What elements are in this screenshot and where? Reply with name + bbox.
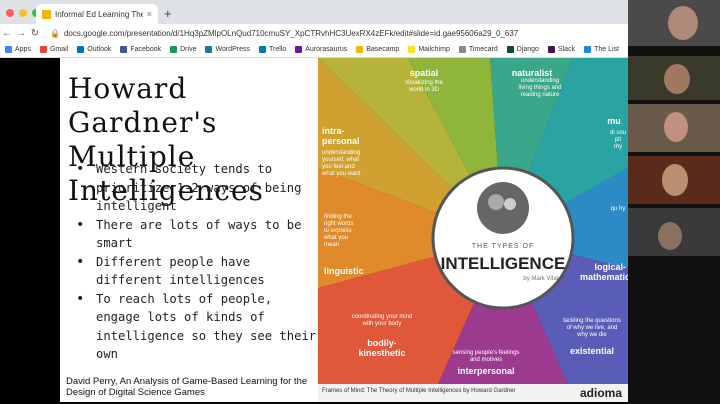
label-interpersonal: interpersonal — [457, 366, 515, 376]
label-spatial: spatial — [409, 68, 439, 78]
infographic-footer: Frames of Mind: The Theory of Multiple I… — [318, 384, 628, 402]
drive-icon — [170, 46, 178, 53]
mailchimp-icon — [408, 46, 416, 53]
desc-bodily: coordinating your mind with your body — [351, 314, 413, 327]
bullet-list: Western society tends to prioritize 1-2 … — [72, 160, 318, 364]
url-field[interactable]: 🔒 docs.google.com/presentation/d/1Hq3pZMl… — [50, 29, 518, 38]
center-author: by Mark Vital — [523, 276, 558, 282]
intelligence-infographic: spatial visualizing the world in 3D natu… — [318, 58, 628, 402]
center-title: INTELLIGENCE — [440, 254, 566, 273]
participant-video[interactable] — [628, 104, 720, 152]
aurorasaurus-icon — [295, 46, 303, 53]
tab-title: Informal Ed Learning Theories — [55, 9, 143, 19]
bookmark-slack[interactable]: Slack — [547, 46, 575, 53]
footer-text: Frames of Mind: The Theory of Multiple I… — [322, 388, 516, 394]
desc-musical: di sou pit rhy — [610, 130, 627, 150]
participant-face — [664, 112, 688, 142]
new-tab-button[interactable]: + — [164, 6, 172, 21]
apps-icon — [5, 46, 12, 53]
bookmarks-bar: Apps Gmail Outlook Facebook Drive WordPr… — [0, 42, 628, 58]
participant-face — [662, 164, 688, 196]
desc-naturalist: understanding living things and reading … — [518, 78, 562, 98]
bullet-item: There are lots of ways to be smart — [72, 216, 318, 253]
bookmark-apps[interactable]: Apps — [5, 46, 31, 53]
participant-video[interactable] — [628, 56, 720, 100]
participant-video[interactable] — [628, 208, 720, 256]
participant-video[interactable] — [628, 0, 720, 46]
desc-linguistic: finding the right words to express what … — [324, 214, 354, 248]
bullet-item: To reach lots of people, engage lots of … — [72, 290, 318, 364]
participant-face — [668, 6, 698, 40]
trello-icon — [258, 46, 266, 53]
label-linguistic: linguistic — [324, 266, 364, 276]
tab-bar: Informal Ed Learning Theories × + — [0, 0, 628, 24]
django-icon — [506, 46, 514, 53]
video-sidebar — [628, 0, 720, 404]
reload-icon[interactable]: ↻ — [28, 28, 42, 39]
tab-close-button[interactable]: × — [147, 9, 152, 19]
label-logical: logical-mathematical — [580, 262, 628, 282]
label-intrapersonal: intra-personal — [322, 126, 360, 146]
gmail-icon — [39, 46, 47, 53]
browser-chrome: Informal Ed Learning Theories × + ← → ↻ … — [0, 0, 628, 58]
citation: David Perry, An Analysis of Game-Based L… — [66, 376, 308, 398]
bookmark-outlook[interactable]: Outlook — [77, 46, 111, 53]
center-subtitle: THE TYPES OF — [471, 243, 535, 250]
gear-icon — [488, 194, 504, 210]
head-icon — [477, 182, 529, 234]
forward-icon[interactable]: → — [14, 28, 28, 39]
desc-spatial: visualizing the world in 3D — [405, 80, 443, 93]
wordpress-icon — [205, 46, 213, 53]
bookmark-aurorasaurus[interactable]: Aurorasaurus — [295, 46, 347, 53]
basecamp-icon — [356, 46, 364, 53]
bookmark-drive[interactable]: Drive — [170, 46, 196, 53]
desc-existential: tackling the questions of why we live, a… — [563, 318, 621, 338]
browser-tab[interactable]: Informal Ed Learning Theories × — [36, 4, 158, 24]
label-existential: existential — [569, 346, 615, 356]
brand-logo: adioma — [579, 386, 622, 400]
slide-title-line-1: Howard Gardner's — [68, 72, 218, 139]
window-controls — [6, 9, 40, 17]
lock-icon: 🔒 — [50, 28, 60, 38]
outlook-icon — [77, 46, 85, 53]
facebook-icon — [120, 46, 128, 53]
close-window-button[interactable] — [6, 9, 14, 17]
gear-icon — [504, 198, 516, 210]
timecard-icon — [458, 46, 466, 53]
slack-icon — [547, 46, 555, 53]
slides-icon — [42, 9, 51, 19]
desc-logical: qu hy — [610, 206, 626, 212]
back-icon[interactable]: ← — [0, 28, 14, 39]
minimize-window-button[interactable] — [19, 9, 27, 17]
bookmark-timecard[interactable]: Timecard — [458, 46, 498, 53]
the-list-icon — [584, 46, 592, 53]
bullet-item: Different people have different intellig… — [72, 253, 318, 290]
participant-face — [658, 222, 682, 250]
bookmark-trello[interactable]: Trello — [258, 46, 286, 53]
label-bodily: bodily-kinesthetic — [358, 338, 406, 358]
participant-face — [664, 64, 690, 94]
bookmark-basecamp[interactable]: Basecamp — [356, 46, 399, 53]
participant-video[interactable] — [628, 156, 720, 204]
bookmark-wordpress[interactable]: WordPress — [205, 46, 250, 53]
presentation-slide: Howard Gardner's Multiple Intelligences … — [60, 58, 628, 402]
bookmark-facebook[interactable]: Facebook — [120, 46, 161, 53]
bookmark-django[interactable]: Django — [506, 46, 539, 53]
bullet-item: Western society tends to prioritize 1-2 … — [72, 160, 318, 216]
desc-intrapersonal: understanding yourself, what you feel an… — [322, 150, 361, 177]
bookmark-gmail[interactable]: Gmail — [39, 46, 68, 53]
url-text: docs.google.com/presentation/d/1Hq3pZMlp… — [63, 28, 519, 38]
bookmark-mailchimp[interactable]: Mailchimp — [408, 46, 450, 53]
address-bar-row: ← → ↻ 🔒 docs.google.com/presentation/d/1H… — [0, 24, 628, 42]
bookmark-the-list[interactable]: The List — [584, 46, 619, 53]
desc-interpersonal: sensing people's feelings and motives — [452, 350, 520, 363]
label-musical: mu — [607, 116, 621, 126]
label-naturalist: naturalist — [511, 68, 553, 78]
